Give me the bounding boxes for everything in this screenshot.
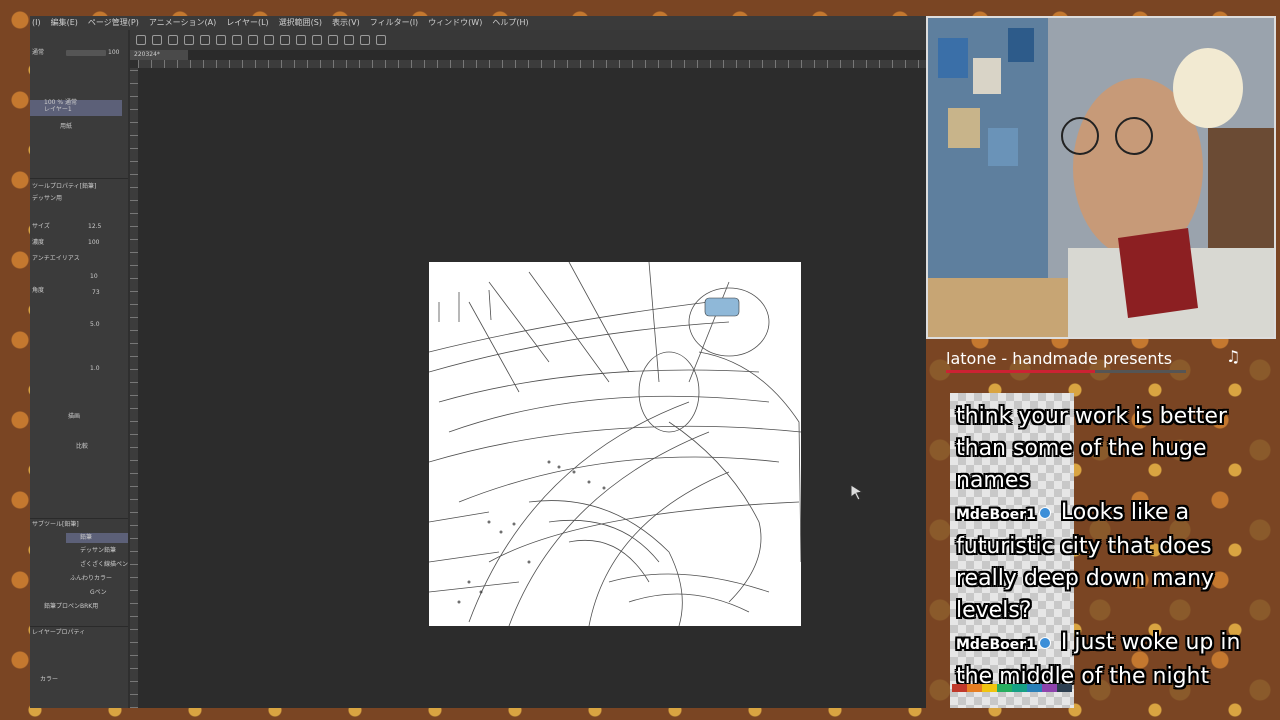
- chat-username: MdeBoer1: [956, 507, 1036, 523]
- crop-icon[interactable]: [296, 35, 306, 45]
- blend-mode-select[interactable]: 通常: [32, 48, 44, 57]
- sub-tool-item[interactable]: 鉛筆プロペンBRK用: [44, 602, 98, 611]
- ruler-icon[interactable]: [312, 35, 322, 45]
- antialias-label: アンチエイリアス: [32, 255, 80, 262]
- chat-message: think your work is better than some of t…: [956, 401, 1244, 497]
- redo-icon[interactable]: [216, 35, 226, 45]
- sketch-drawing: [428, 261, 802, 627]
- music-note-icon: ♫: [1226, 347, 1241, 366]
- palette-swatch: [952, 684, 967, 692]
- chat-message-text: think your work is better than some of t…: [956, 404, 1227, 493]
- chat-messages: think your work is better than some of t…: [956, 401, 1244, 693]
- undo-icon[interactable]: [200, 35, 210, 45]
- vertical-ruler: [130, 68, 138, 708]
- menu-item-animation[interactable]: アニメーション(A): [149, 16, 216, 30]
- menu-item-view[interactable]: 表示(V): [332, 16, 360, 30]
- angle-label: 角度: [32, 287, 45, 294]
- angle-value[interactable]: 73: [92, 288, 100, 297]
- menu-item-edit[interactable]: 編集(E): [51, 16, 78, 30]
- select-icon[interactable]: [344, 35, 354, 45]
- chat-message: MdeBoer1 Looks like a futuristic city th…: [956, 497, 1244, 627]
- menu-item-help[interactable]: ヘルプ(H): [492, 16, 528, 30]
- menu-item[interactable]: (I): [32, 16, 41, 30]
- horizontal-ruler: [138, 60, 926, 68]
- value-field[interactable]: 1.0: [90, 364, 100, 373]
- webcam-feed: [926, 16, 1276, 339]
- paper-layer[interactable]: 用紙: [60, 122, 72, 131]
- opacity-slider[interactable]: [66, 50, 106, 56]
- transform-icon[interactable]: [280, 35, 290, 45]
- verified-badge-icon: [1038, 507, 1051, 519]
- clear-icon[interactable]: [248, 35, 258, 45]
- sub-tool-title: サブツール[鉛筆]: [32, 521, 79, 528]
- draw-button[interactable]: 描画: [68, 412, 80, 421]
- tool-property-title: ツールプロパティ[鉛筆]: [32, 183, 97, 190]
- color-select[interactable]: カラー: [40, 675, 58, 684]
- sub-tool-item[interactable]: ふんわりカラー: [70, 574, 112, 583]
- layer-sub: レイヤー1: [44, 106, 72, 113]
- sub-tool-item[interactable]: デッサン鉛筆: [80, 546, 116, 555]
- line-icon[interactable]: [360, 35, 370, 45]
- sketch-artwork[interactable]: [428, 261, 802, 627]
- palette-swatch: [1027, 684, 1042, 692]
- menu-item-page[interactable]: ページ管理(P): [88, 16, 139, 30]
- cat-sticker-icon: [704, 297, 740, 317]
- compare-select[interactable]: 比較: [76, 442, 88, 451]
- density-value[interactable]: 100: [88, 238, 99, 247]
- sub-tool-item[interactable]: ざくざく線描ペン: [80, 560, 128, 569]
- menu-item-filter[interactable]: フィルター(I): [370, 16, 418, 30]
- chat-overlay: think your work is better than some of t…: [950, 393, 1246, 708]
- new-file-icon[interactable]: [136, 35, 146, 45]
- layer-property-title: レイヤープロパティ: [32, 629, 86, 636]
- value-field[interactable]: 5.0: [90, 320, 100, 329]
- value-field[interactable]: 10: [90, 272, 98, 281]
- opacity-value: 100: [108, 49, 120, 56]
- color-palette-strip: [952, 684, 1072, 692]
- palette-swatch: [997, 684, 1012, 692]
- settings-icon[interactable]: [232, 35, 242, 45]
- left-tool-panel: 通常 100 100 % 通常 レイヤー1 用紙 ツールプロパティ[鉛筆] デッ…: [30, 30, 128, 708]
- palette-swatch: [1042, 684, 1057, 692]
- document-tab[interactable]: 220324*: [130, 50, 188, 60]
- divider: [30, 178, 128, 179]
- menu-item-selection[interactable]: 選択範囲(S): [279, 16, 322, 30]
- now-playing: latone - handmade presents ♫: [946, 345, 1246, 373]
- size-label: サイズ: [32, 223, 50, 230]
- density-label: 濃度: [32, 239, 45, 246]
- verified-badge-icon: [1038, 637, 1051, 649]
- command-bar: [130, 30, 926, 50]
- menu-item-layer[interactable]: レイヤー(L): [226, 16, 268, 30]
- palette-swatch: [1012, 684, 1027, 692]
- brush-tab[interactable]: [66, 533, 128, 543]
- menu-bar: (I) 編集(E) ページ管理(P) アニメーション(A) レイヤー(L) 選択…: [30, 16, 926, 30]
- export-icon[interactable]: [184, 35, 194, 45]
- brush-name: デッサン用: [32, 195, 63, 202]
- drawing-app-window: (I) 編集(E) ページ管理(P) アニメーション(A) レイヤー(L) 選択…: [30, 16, 926, 708]
- external-link-icon[interactable]: [376, 35, 386, 45]
- cursor-icon: [848, 482, 868, 502]
- open-file-icon[interactable]: [152, 35, 162, 45]
- divider: [30, 518, 128, 519]
- palette-swatch: [967, 684, 982, 692]
- music-progress-fill: [946, 370, 1095, 373]
- divider: [30, 626, 128, 627]
- chat-username: MdeBoer1: [956, 637, 1036, 653]
- document-tab-bar: 220324*: [130, 50, 926, 60]
- music-title: latone - handmade presents: [946, 349, 1173, 368]
- save-icon[interactable]: [168, 35, 178, 45]
- pen-icon[interactable]: [328, 35, 338, 45]
- music-progress-bar: [946, 370, 1186, 373]
- palette-swatch: [1057, 684, 1072, 692]
- size-value[interactable]: 12.5: [88, 222, 101, 231]
- brush-tab-label: 鉛筆: [80, 534, 93, 541]
- fill-icon[interactable]: [264, 35, 274, 45]
- menu-item-window[interactable]: ウィンドウ(W): [428, 16, 482, 30]
- palette-swatch: [982, 684, 997, 692]
- sub-tool-item[interactable]: Gペン: [90, 588, 107, 597]
